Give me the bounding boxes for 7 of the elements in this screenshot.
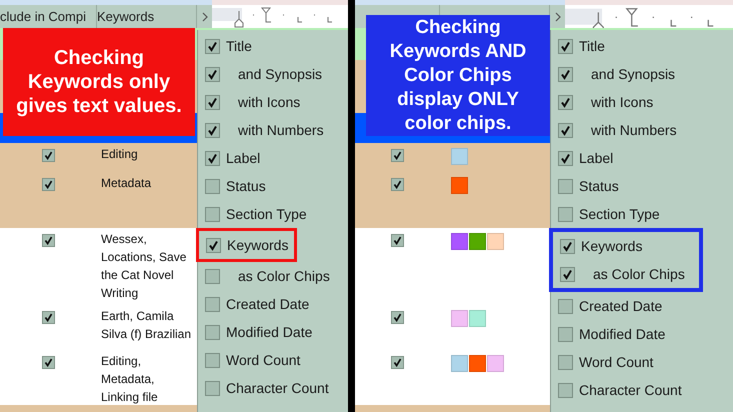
keywords-text: Wessex, Locations, Save the Cat Novel Writing bbox=[100, 231, 188, 302]
keywords-text: Earth, Camila Silva (f) Brazilian bbox=[100, 308, 192, 343]
keywords-text: Metadata bbox=[100, 175, 152, 192]
keywords-text: Editing, Metadata, Linking file bbox=[100, 353, 159, 406]
keywords-text: Editing bbox=[100, 146, 139, 163]
callout-note: Checking Keywords AND Color Chips display ONLY color chips. bbox=[366, 15, 550, 136]
callout-note: Checking Keywords only gives text values. bbox=[3, 28, 195, 136]
